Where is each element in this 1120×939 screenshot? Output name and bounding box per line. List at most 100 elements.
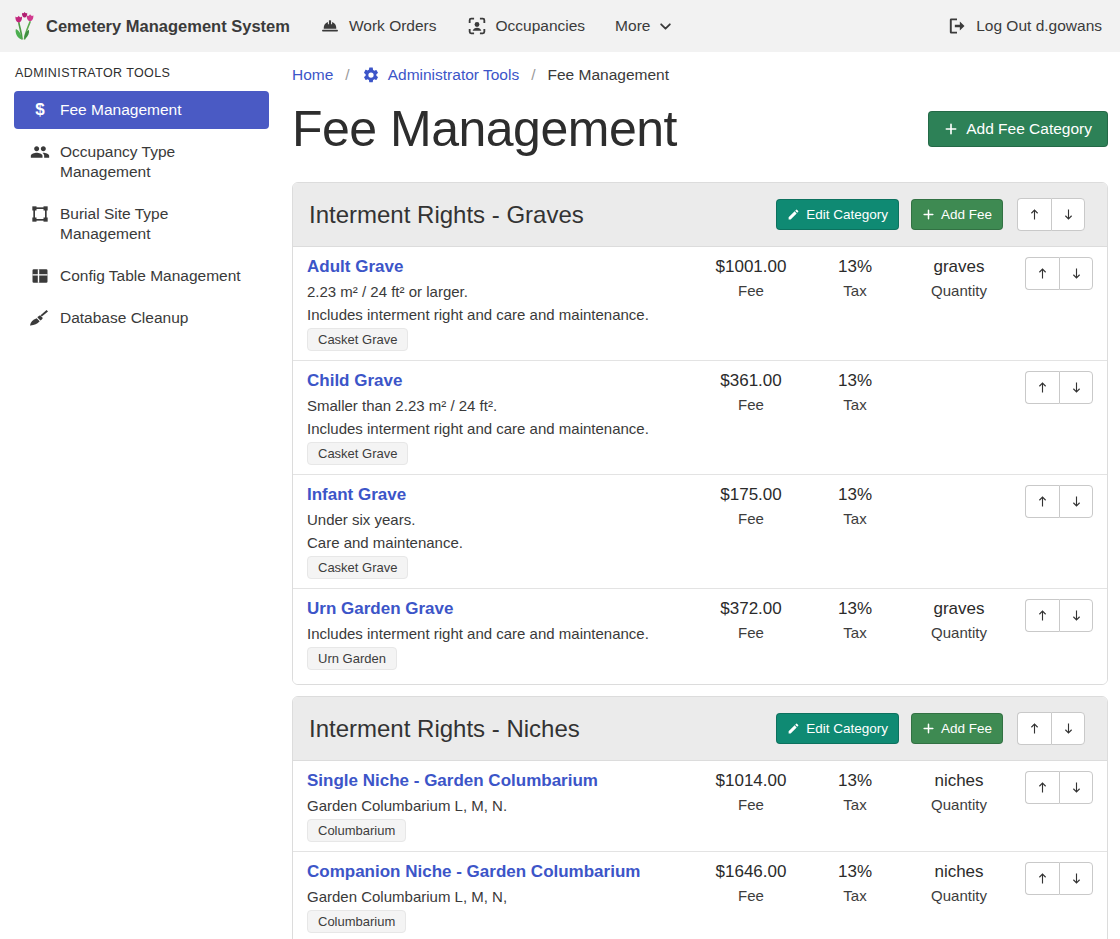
sidebar-item-database-cleanup[interactable]: Database Cleanup xyxy=(14,299,269,337)
nav-work-orders[interactable]: Work Orders xyxy=(320,16,437,36)
sidebar-item-occupancy-type-management[interactable]: Occupancy Type Management xyxy=(14,133,269,191)
fee-quantity-column xyxy=(907,485,1011,490)
nav-more[interactable]: More xyxy=(615,17,672,35)
fee-description: Garden Columbarium L, M, N. xyxy=(307,797,691,814)
fee-amount: $1014.00 xyxy=(699,771,803,791)
top-navbar: Cemetery Management System Work Orders O… xyxy=(0,0,1120,52)
fee-amount-label: Fee xyxy=(699,796,803,813)
arrow-up-icon xyxy=(1035,871,1050,886)
fee-amount: $175.00 xyxy=(699,485,803,505)
fee-row: Child Grave Smaller than 2.23 m² / 24 ft… xyxy=(293,361,1107,475)
sidebar-item-burial-site-type-management[interactable]: Burial Site Type Management xyxy=(14,195,269,253)
fee-tax-column: 13% Tax xyxy=(803,599,907,641)
fee-tax-label: Tax xyxy=(803,887,907,904)
move-category-down-button[interactable] xyxy=(1051,198,1085,231)
move-fee-up-button[interactable] xyxy=(1025,599,1059,632)
breadcrumb-admin-tools-link[interactable]: Administrator Tools xyxy=(362,66,520,84)
nav-logout[interactable]: Log Out d.gowans xyxy=(947,16,1102,36)
move-fee-down-button[interactable] xyxy=(1059,257,1093,290)
move-fee-up-button[interactable] xyxy=(1025,371,1059,404)
move-fee-down-button[interactable] xyxy=(1059,485,1093,518)
move-fee-up-button[interactable] xyxy=(1025,485,1059,518)
sidebar-item-config-table-management[interactable]: Config Table Management xyxy=(14,257,269,295)
fee-amount: $1001.00 xyxy=(699,257,803,277)
move-category-up-button[interactable] xyxy=(1017,712,1051,745)
breadcrumb: Home / Administrator Tools / Fee Managem… xyxy=(292,66,1108,84)
move-fee-down-button[interactable] xyxy=(1059,371,1093,404)
move-fee-up-button[interactable] xyxy=(1025,862,1059,895)
nav-occupancies[interactable]: Occupancies xyxy=(467,16,586,36)
fee-name-link[interactable]: Child Grave xyxy=(307,371,402,391)
fee-description: Garden Columbarium L, M, N, xyxy=(307,888,691,905)
fee-category-card: Interment Rights - Graves Edit Category … xyxy=(292,182,1108,685)
fee-quantity: graves xyxy=(907,599,1011,619)
arrow-down-icon xyxy=(1061,721,1076,736)
move-category-down-button[interactable] xyxy=(1051,712,1085,745)
move-category-up-button[interactable] xyxy=(1017,198,1051,231)
move-fee-down-button[interactable] xyxy=(1059,599,1093,632)
sidebar: ADMINISTRATOR TOOLS $ Fee Management Occ… xyxy=(0,52,281,341)
fee-tax-column: 13% Tax xyxy=(803,257,907,299)
add-fee-button[interactable]: Add Fee xyxy=(911,713,1003,744)
fee-quantity: niches xyxy=(907,771,1011,791)
fee-name-link[interactable]: Single Niche - Garden Columbarium xyxy=(307,771,598,791)
move-fee-down-button[interactable] xyxy=(1059,862,1093,895)
fee-tax-label: Tax xyxy=(803,510,907,527)
fee-tag: Urn Garden xyxy=(307,647,397,670)
fee-tag: Casket Grave xyxy=(307,442,408,465)
app-title: Cemetery Management System xyxy=(46,17,290,36)
add-fee-category-button[interactable]: Add Fee Category xyxy=(928,111,1108,147)
fee-name-link[interactable]: Adult Grave xyxy=(307,257,403,277)
breadcrumb-home-link[interactable]: Home xyxy=(292,66,333,84)
fee-tax: 13% xyxy=(803,771,907,791)
fee-tax-column: 13% Tax xyxy=(803,862,907,904)
plus-icon xyxy=(922,722,935,735)
arrow-up-icon xyxy=(1035,266,1050,281)
fee-name-link[interactable]: Companion Niche - Garden Columbarium xyxy=(307,862,640,882)
fee-reorder-group xyxy=(1025,371,1093,404)
fee-tax-label: Tax xyxy=(803,796,907,813)
sidebar-item-fee-management[interactable]: $ Fee Management xyxy=(14,91,269,129)
fee-name-link[interactable]: Urn Garden Grave xyxy=(307,599,453,619)
fee-quantity-label: Quantity xyxy=(907,282,1011,299)
fee-amount-column: $175.00 Fee xyxy=(699,485,803,527)
users-icon xyxy=(30,142,50,162)
fee-quantity: graves xyxy=(907,257,1011,277)
edit-category-button[interactable]: Edit Category xyxy=(776,199,899,230)
occupant-badge-icon xyxy=(467,16,487,36)
fee-amount-label: Fee xyxy=(699,887,803,904)
fee-tax-label: Tax xyxy=(803,396,907,413)
pencil-icon xyxy=(787,722,800,735)
app-brand: Cemetery Management System xyxy=(12,11,290,41)
dollar-icon: $ xyxy=(30,100,50,120)
fee-tag: Columbarium xyxy=(307,819,406,842)
fee-amount-column: $1014.00 Fee xyxy=(699,771,803,813)
fee-tax: 13% xyxy=(803,485,907,505)
fee-amount-column: $1646.00 Fee xyxy=(699,862,803,904)
main-content: Home / Administrator Tools / Fee Managem… xyxy=(281,52,1120,939)
add-fee-button[interactable]: Add Fee xyxy=(911,199,1003,230)
arrow-up-icon xyxy=(1027,207,1042,222)
fee-tax-column: 13% Tax xyxy=(803,771,907,813)
fee-description: Includes interment right and care and ma… xyxy=(307,306,691,323)
arrow-up-icon xyxy=(1027,721,1042,736)
fee-name-link[interactable]: Infant Grave xyxy=(307,485,406,505)
move-fee-down-button[interactable] xyxy=(1059,771,1093,804)
fee-description: Care and maintenance. xyxy=(307,534,691,551)
breadcrumb-current: Fee Management xyxy=(548,66,670,84)
fee-tax-column: 13% Tax xyxy=(803,371,907,413)
fee-amount-label: Fee xyxy=(699,282,803,299)
gear-icon xyxy=(362,66,380,84)
fee-tag: Casket Grave xyxy=(307,328,408,351)
arrow-down-icon xyxy=(1069,608,1084,623)
move-fee-up-button[interactable] xyxy=(1025,771,1059,804)
plot-frame-icon xyxy=(30,204,50,224)
fee-description: Includes interment right and care and ma… xyxy=(307,420,691,437)
edit-category-button[interactable]: Edit Category xyxy=(776,713,899,744)
fee-category-card: Interment Rights - Niches Edit Category … xyxy=(292,696,1108,939)
arrow-down-icon xyxy=(1069,380,1084,395)
logout-icon xyxy=(947,16,967,36)
fee-categories: Interment Rights - Graves Edit Category … xyxy=(292,182,1108,939)
move-fee-up-button[interactable] xyxy=(1025,257,1059,290)
fee-amount-column: $1001.00 Fee xyxy=(699,257,803,299)
